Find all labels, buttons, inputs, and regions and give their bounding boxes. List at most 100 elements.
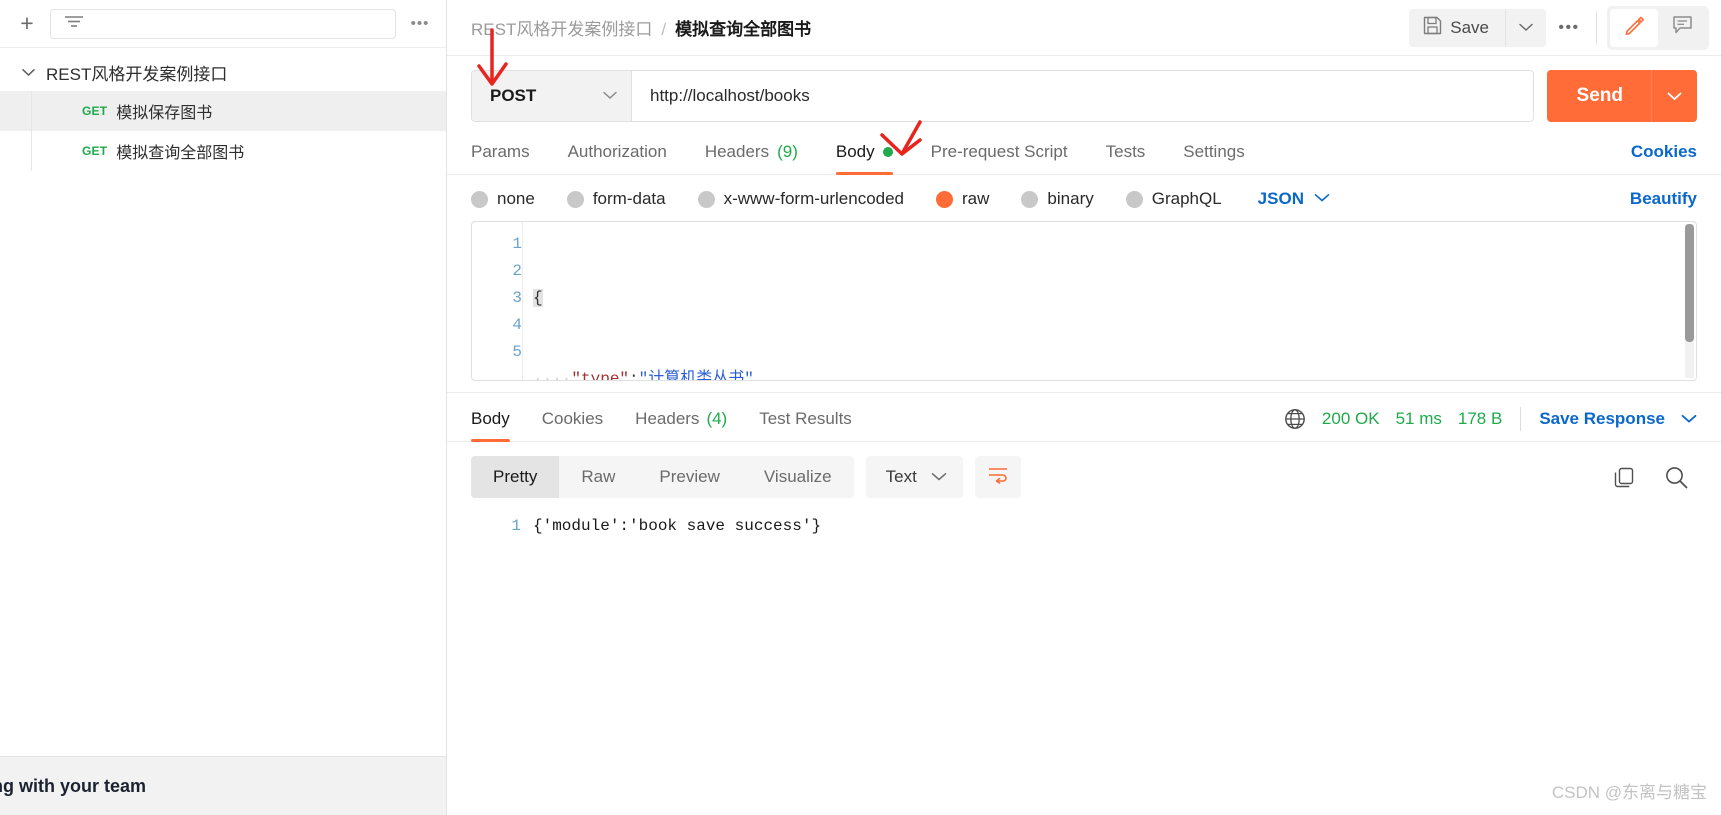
tab-label: Body — [471, 409, 510, 428]
edit-mode-button[interactable] — [1610, 8, 1658, 47]
body-type-none[interactable]: none — [471, 189, 535, 209]
response-tab-headers[interactable]: Headers (4) — [635, 405, 727, 441]
tab-authorization[interactable]: Authorization — [568, 136, 667, 174]
new-item-button[interactable]: + — [14, 11, 40, 37]
editor-scrollbar-thumb[interactable] — [1685, 224, 1694, 342]
comment-button[interactable] — [1658, 9, 1706, 47]
method-select[interactable]: POST — [472, 71, 632, 121]
request-tabs: Params Authorization Headers (9) Body Pr… — [447, 126, 1721, 175]
save-response-button[interactable]: Save Response — [1539, 409, 1665, 429]
copy-icon[interactable] — [1613, 466, 1636, 489]
body-type-form-data[interactable]: form-data — [566, 189, 666, 209]
comment-icon — [1672, 15, 1693, 40]
tab-label: Body — [835, 142, 875, 161]
response-tab-test-results[interactable]: Test Results — [759, 405, 852, 441]
header-more-button[interactable]: ••• — [1546, 9, 1592, 47]
line-number: 3 — [512, 289, 522, 307]
radio-icon — [1021, 190, 1039, 208]
tab-label: Authorization — [567, 142, 667, 161]
tab-count: (9) — [777, 142, 798, 161]
watermark: CSDN @东离与糖宝 — [1551, 783, 1707, 802]
chevron-down-icon — [22, 66, 35, 79]
tab-label: Headers — [704, 142, 770, 161]
request-body-editor[interactable]: 1 2 3 4 5 { ····"type":"计算机类丛书", ····"na… — [471, 221, 1697, 381]
save-button[interactable]: Save — [1409, 8, 1505, 47]
radio-icon — [471, 190, 488, 208]
response-tab-body[interactable]: Body — [471, 405, 510, 442]
view-mode-raw[interactable]: Raw — [559, 456, 637, 498]
view-mode-preview[interactable]: Preview — [637, 456, 741, 498]
body-type-label: GraphQL — [1151, 189, 1222, 208]
line-number: 2 — [512, 262, 522, 280]
editor-code[interactable]: { ····"type":"计算机类丛书", ····"name":"Sprin… — [522, 222, 1696, 380]
line-number: 5 — [512, 343, 522, 361]
body-type-label: x-www-form-urlencoded — [723, 189, 905, 208]
body-type-label: binary — [1047, 189, 1094, 208]
tab-settings[interactable]: Settings — [1183, 136, 1244, 174]
response-size: 178 B — [1457, 409, 1503, 428]
send-options-button[interactable] — [1651, 70, 1697, 122]
request-item-0[interactable]: GET 模拟保存图书 — [0, 91, 446, 131]
response-tabs: Body Cookies Headers (4) Test Results 20… — [447, 393, 1721, 442]
body-type-urlencoded[interactable]: x-www-form-urlencoded — [697, 189, 905, 209]
sidebar-footer-text: king with your team — [0, 775, 147, 796]
radio-icon — [697, 190, 715, 208]
save-options-button[interactable] — [1505, 8, 1546, 47]
cookies-link[interactable]: Cookies — [1631, 142, 1697, 161]
code-line: ····"type":"计算机类丛书", — [533, 370, 764, 381]
tab-label: Params — [471, 142, 530, 161]
breadcrumb-collection[interactable]: REST风格开发案例接口 — [471, 15, 652, 40]
request-body-editor-wrap: 1 2 3 4 5 { ····"type":"计算机类丛书", ····"na… — [447, 221, 1721, 381]
view-mode-pretty[interactable]: Pretty — [471, 456, 560, 498]
tab-headers[interactable]: Headers (9) — [705, 136, 798, 174]
chevron-down-icon — [603, 87, 617, 105]
send-button[interactable]: Send — [1547, 70, 1651, 122]
breadcrumb-current: 模拟查询全部图书 — [675, 20, 812, 39]
tab-label: Test Results — [759, 409, 852, 428]
tab-tests[interactable]: Tests — [1106, 136, 1146, 174]
response-panel: Body Cookies Headers (4) Test Results 20… — [447, 392, 1721, 815]
globe-icon[interactable] — [1284, 408, 1306, 430]
request-method-badge: GET — [82, 144, 108, 158]
tab-body[interactable]: Body — [835, 136, 893, 175]
response-time: 51 ms — [1395, 409, 1442, 428]
beautify-button[interactable]: Beautify — [1630, 189, 1697, 209]
pencil-icon — [1624, 15, 1645, 41]
request-name: 模拟保存图书 — [116, 105, 213, 122]
sidebar-more-button[interactable]: ••• — [406, 11, 434, 37]
view-mode-visualize[interactable]: Visualize — [742, 456, 854, 498]
body-format-value: JSON — [1257, 189, 1304, 208]
body-type-raw[interactable]: raw — [936, 189, 989, 209]
response-body-text[interactable]: {'module':'book save success'} — [521, 514, 1697, 815]
response-body: 1 {'module':'book save success'} — [447, 498, 1721, 815]
url-input[interactable]: http://localhost/books — [632, 71, 1533, 121]
tab-pre-request-script[interactable]: Pre-request Script — [931, 136, 1068, 174]
save-button-group: Save — [1409, 8, 1546, 47]
body-type-graphql[interactable]: GraphQL — [1125, 189, 1222, 209]
body-type-label: none — [497, 189, 535, 208]
request-item-1[interactable]: GET 模拟查询全部图书 — [0, 131, 446, 171]
save-response-caret-icon[interactable] — [1681, 414, 1697, 424]
main-panel: REST风格开发案例接口 / 模拟查询全部图书 Save ••• POST ht… — [447, 0, 1721, 815]
wrap-lines-button[interactable] — [974, 456, 1021, 498]
line-number: 1 — [512, 235, 522, 253]
collection-row[interactable]: REST风格开发案例接口 — [0, 54, 446, 91]
response-format-select[interactable]: Text — [865, 456, 963, 498]
tab-params[interactable]: Params — [471, 136, 530, 174]
code-line: { — [533, 289, 543, 307]
response-view-modes: Pretty Raw Preview Visualize — [471, 456, 854, 498]
body-type-binary[interactable]: binary — [1021, 189, 1094, 209]
response-format-value: Text — [885, 467, 917, 486]
body-format-select[interactable]: JSON — [1258, 189, 1330, 209]
sidebar-footer: king with your team — [0, 756, 446, 815]
tab-label: Tests — [1105, 142, 1146, 161]
response-tab-cookies[interactable]: Cookies — [542, 405, 603, 441]
response-toolbar: Pretty Raw Preview Visualize Text — [447, 442, 1721, 498]
url-row: POST http://localhost/books Send — [447, 56, 1721, 126]
method-value: POST — [490, 86, 537, 105]
search-icon[interactable] — [1664, 465, 1689, 490]
filter-input[interactable] — [50, 8, 396, 39]
response-line-number: 1 — [511, 517, 521, 535]
radio-icon-selected — [936, 190, 954, 208]
tab-count: (4) — [706, 409, 728, 428]
